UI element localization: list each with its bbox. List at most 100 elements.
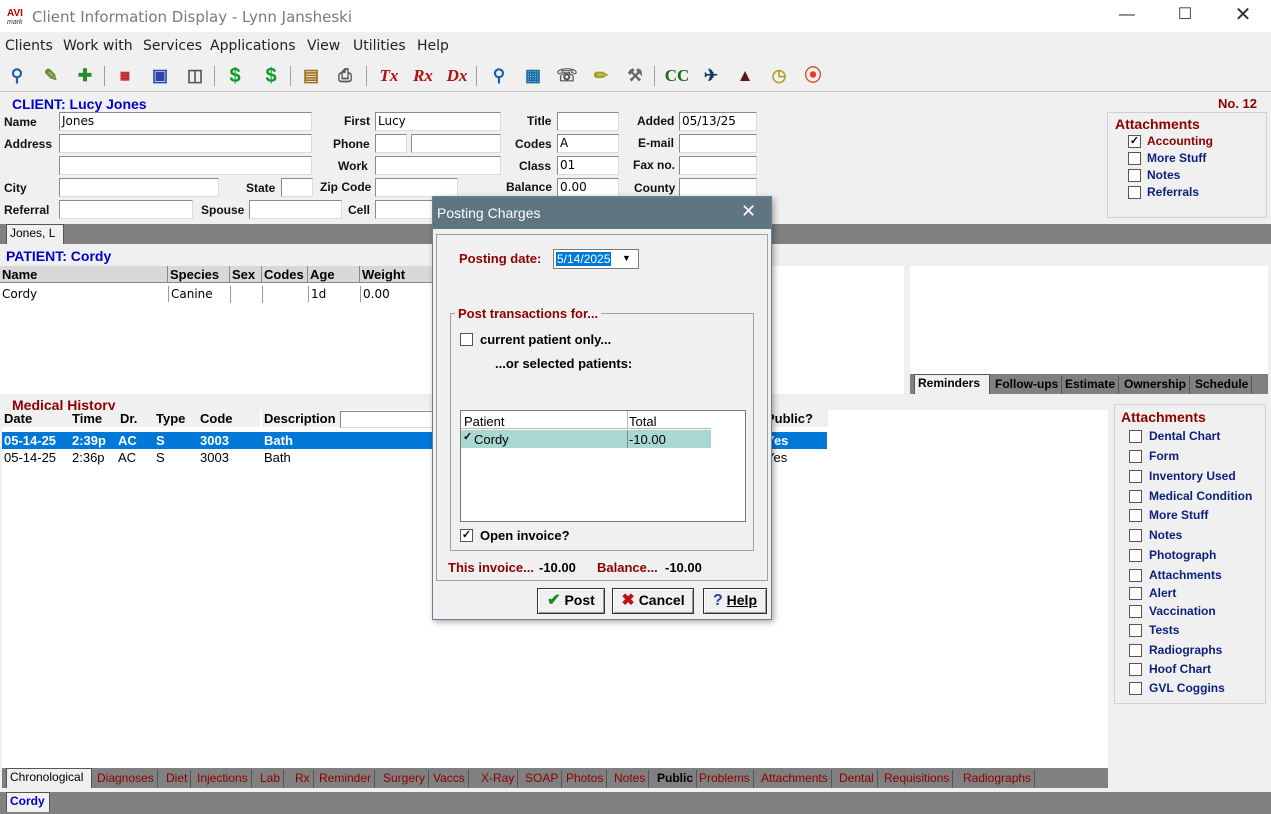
patient-name-cell[interactable]: Cordy bbox=[0, 286, 168, 302]
edit-icon[interactable]: ✎ bbox=[38, 63, 64, 89]
tab-photos[interactable]: Photos bbox=[563, 770, 608, 788]
radiographs-checkbox[interactable] bbox=[1129, 644, 1142, 657]
patient-weight-cell[interactable]: 0.00 bbox=[360, 286, 434, 302]
referral-field[interactable] bbox=[59, 200, 193, 219]
monitor-icon[interactable]: ◫ bbox=[182, 63, 208, 89]
help-button[interactable]: ? Help bbox=[703, 588, 767, 614]
phone-number-field[interactable] bbox=[411, 134, 501, 153]
dental-chart-label[interactable]: Dental Chart bbox=[1149, 429, 1220, 443]
notes-label[interactable]: Notes bbox=[1147, 168, 1180, 182]
menu-help[interactable]: Help bbox=[417, 38, 449, 54]
balance-field[interactable]: 0.00 bbox=[557, 178, 619, 197]
airplane-icon[interactable]: ✈ bbox=[698, 63, 724, 89]
alert-checkbox[interactable] bbox=[1129, 587, 1142, 600]
menu-utilities[interactable]: Utilities bbox=[353, 38, 406, 54]
more-stuff-label[interactable]: More Stuff bbox=[1147, 151, 1206, 165]
accounting-label[interactable]: Accounting bbox=[1147, 134, 1213, 148]
address-line2-field[interactable] bbox=[59, 156, 312, 175]
tab-x-ray[interactable]: X-Ray bbox=[478, 770, 519, 788]
tab-injections[interactable]: Injections bbox=[194, 770, 252, 788]
patient-codes-cell[interactable] bbox=[262, 286, 308, 303]
phone-area-field[interactable] bbox=[375, 134, 407, 153]
open-invoice-checkbox[interactable]: ✓ bbox=[460, 529, 473, 542]
search-icon[interactable]: ⚲ bbox=[4, 63, 30, 89]
tab-estimate[interactable]: Estimate bbox=[1062, 376, 1120, 394]
hoof-chart-checkbox[interactable] bbox=[1129, 663, 1142, 676]
pencil-icon[interactable]: ✏ bbox=[588, 63, 614, 89]
tests-label[interactable]: Tests bbox=[1149, 623, 1179, 637]
tab-requisitions[interactable]: Requisitions bbox=[881, 770, 954, 788]
mh-filter-input[interactable] bbox=[340, 411, 436, 428]
tab-vaccs[interactable]: Vaccs bbox=[430, 770, 469, 788]
tab-diet[interactable]: Diet bbox=[163, 770, 192, 788]
tab-rx[interactable]: Rx bbox=[292, 770, 314, 788]
minimize-button[interactable]: — bbox=[1098, 0, 1156, 32]
radiographs-label[interactable]: Radiographs bbox=[1149, 643, 1222, 657]
inventory-used-label[interactable]: Inventory Used bbox=[1149, 469, 1236, 483]
client-tab-jones[interactable]: Jones, L bbox=[6, 224, 64, 244]
codes-field[interactable]: A bbox=[557, 134, 619, 153]
tab-diagnoses[interactable]: Diagnoses bbox=[94, 770, 158, 788]
email-field[interactable] bbox=[679, 134, 757, 153]
medical-condition-checkbox[interactable] bbox=[1129, 490, 1142, 503]
tab-reminder[interactable]: Reminder bbox=[316, 770, 376, 788]
patient-age-cell[interactable]: 1d bbox=[308, 286, 360, 302]
attachments-label[interactable]: Attachments bbox=[1149, 568, 1222, 582]
dollar-plus-icon[interactable]: $ bbox=[258, 63, 284, 89]
tab-surgery[interactable]: Surgery bbox=[380, 770, 430, 788]
calculator-icon[interactable]: ▦ bbox=[520, 63, 546, 89]
calendar-icon[interactable]: ▦ bbox=[112, 63, 138, 89]
tab-schedule[interactable]: Schedule bbox=[1192, 376, 1253, 394]
patient-species-cell[interactable]: Canine bbox=[168, 286, 230, 302]
new-document-icon[interactable]: ✚ bbox=[72, 63, 98, 89]
class-field[interactable]: 01 bbox=[557, 156, 619, 175]
menu-applications[interactable]: Applications bbox=[210, 38, 296, 54]
more-stuff-mh-label[interactable]: More Stuff bbox=[1149, 508, 1208, 522]
tab-problems[interactable]: Problems bbox=[696, 770, 754, 788]
dollar-icon[interactable]: $ bbox=[222, 63, 248, 89]
tab-lab[interactable]: Lab bbox=[257, 770, 285, 788]
added-date-field[interactable]: 05/13/25 bbox=[679, 112, 757, 131]
dental-chart-checkbox[interactable] bbox=[1129, 430, 1142, 443]
close-window-button[interactable]: ✕ bbox=[1214, 0, 1271, 32]
vaccination-label[interactable]: Vaccination bbox=[1149, 604, 1216, 618]
photograph-checkbox[interactable] bbox=[1129, 549, 1142, 562]
patients-grid-row[interactable]: ✓ Cordy -10.00 bbox=[461, 430, 711, 448]
tab-attachments[interactable]: Attachments bbox=[758, 770, 832, 788]
patient-tab-cordy[interactable]: Cordy bbox=[6, 792, 50, 812]
tab-ownership[interactable]: Ownership bbox=[1121, 376, 1191, 394]
gvl-coggins-label[interactable]: GVL Coggins bbox=[1149, 681, 1225, 695]
hoof-chart-label[interactable]: Hoof Chart bbox=[1149, 662, 1211, 676]
client-last-name-field[interactable]: Jones bbox=[59, 112, 312, 131]
tab-notes[interactable]: Notes bbox=[611, 770, 650, 788]
notes-checkbox[interactable] bbox=[1128, 169, 1141, 182]
menu-clients[interactable]: Clients bbox=[5, 38, 53, 54]
referrals-label[interactable]: Referrals bbox=[1147, 185, 1199, 199]
current-patient-only-checkbox[interactable] bbox=[460, 333, 473, 346]
first-name-field[interactable]: Lucy bbox=[375, 112, 501, 131]
magnifier-icon[interactable]: ⚲ bbox=[486, 63, 512, 89]
cell-phone-field[interactable] bbox=[375, 200, 435, 219]
tab-follow-ups[interactable]: Follow-ups bbox=[992, 376, 1063, 394]
dx-icon[interactable]: Dx bbox=[444, 63, 470, 89]
city-field[interactable] bbox=[59, 178, 219, 197]
cc-icon[interactable]: CC bbox=[664, 63, 690, 89]
menu-work-with[interactable]: Work with bbox=[63, 38, 133, 54]
state-field[interactable] bbox=[281, 178, 313, 197]
attachments-checkbox[interactable] bbox=[1129, 569, 1142, 582]
tab-chronological[interactable]: Chronological bbox=[6, 768, 92, 788]
referrals-checkbox[interactable] bbox=[1128, 186, 1141, 199]
rx-icon[interactable]: Rx bbox=[410, 63, 436, 89]
notes-mh-checkbox[interactable] bbox=[1129, 529, 1142, 542]
posting-date-picker[interactable]: 5/14/2025 ▼ bbox=[553, 249, 639, 269]
tab-reminders[interactable]: Reminders bbox=[914, 374, 990, 394]
box-icon[interactable]: ▣ bbox=[147, 63, 173, 89]
printer-icon[interactable]: ⎙ bbox=[332, 63, 358, 89]
lifebuoy-icon[interactable]: ⦿ bbox=[800, 63, 826, 89]
wrench-icon[interactable]: ⚒ bbox=[622, 63, 648, 89]
open-invoice-label[interactable]: Open invoice? bbox=[480, 528, 570, 543]
inventory-used-checkbox[interactable] bbox=[1129, 470, 1142, 483]
alert-label[interactable]: Alert bbox=[1149, 586, 1176, 600]
phone-icon[interactable]: ☏ bbox=[554, 63, 580, 89]
dialog-close-icon[interactable]: ✕ bbox=[741, 201, 756, 222]
